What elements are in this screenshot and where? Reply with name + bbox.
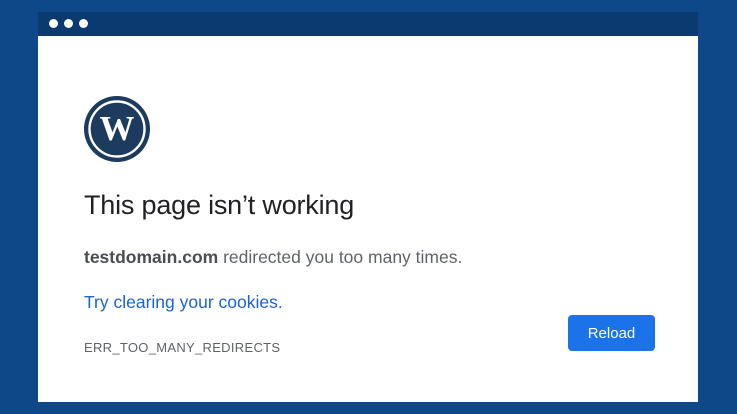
reload-button[interactable]: Reload [568,315,655,351]
error-message-text: redirected you too many times. [218,247,463,267]
error-message: testdomain.com redirected you too many t… [84,247,462,268]
wordpress-logo-icon: W [84,96,150,162]
error-domain: testdomain.com [84,247,219,267]
error-code: ERR_TOO_MANY_REDIRECTS [84,340,281,355]
window-titlebar [38,12,698,36]
clear-cookies-link[interactable]: Try clearing your cookies. [84,292,283,313]
wordpress-logo-letter: W [100,109,135,148]
page-title: This page isn’t working [84,190,355,220]
window-dot-icon[interactable] [79,19,88,28]
browser-window: W This page isn’t working testdomain.com… [38,12,698,402]
window-dot-icon[interactable] [64,19,73,28]
window-dot-icon[interactable] [49,19,58,28]
